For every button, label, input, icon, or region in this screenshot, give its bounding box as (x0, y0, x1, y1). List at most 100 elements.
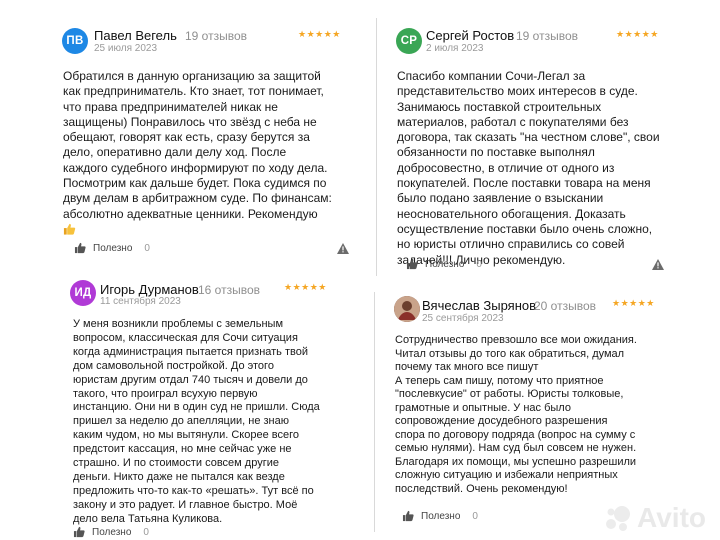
review-line: представительство моих интересов в суде. (397, 84, 638, 99)
review-line: материалов, работал с покупателями без (397, 114, 629, 129)
review-line: спора по договору подряда (вопрос на сум… (395, 428, 636, 441)
rating-stars: ★★★★★ (612, 298, 655, 308)
review-line: обещают, говорят как есть, сразу берутся… (63, 130, 310, 145)
reviewer-name[interactable]: Сергей Ростов (426, 28, 514, 43)
review-text: У меня возникли проблемы с земельным воп… (73, 318, 320, 527)
review-line: грамотные и опытные. У нас было (395, 401, 571, 414)
review-line: Занимаюсь поставкой строительных (397, 99, 602, 114)
review-line: что права предпринимателей никак не (63, 99, 278, 114)
avito-watermark: Avito (603, 502, 706, 534)
review-line: почему так много все пишут (395, 361, 539, 373)
review-line: двум делам в арбитражном суде. По финанс… (63, 191, 332, 206)
reviews-count: 16 отзывов (198, 283, 261, 297)
avatar (394, 296, 420, 322)
report-icon[interactable] (652, 259, 664, 270)
review-line: пришел за неделю до апелляции, не знаю (73, 415, 289, 428)
column-divider-top (376, 18, 377, 276)
review-date: 25 июля 2023 (94, 43, 158, 54)
reviews-count: 19 отзывов (516, 29, 579, 43)
review-card: СР Сергей Ростов 19 отзывов 2 июля 2023 … (384, 22, 674, 274)
helpful-count: 0 (143, 526, 149, 538)
reviewer-name[interactable]: Павел Вегель (94, 28, 177, 43)
helpful-button[interactable]: Полезно 0 (402, 510, 478, 522)
helpful-button[interactable]: Полезно 0 (74, 242, 150, 254)
avatar: СР (396, 28, 422, 54)
avatar: ПВ (62, 28, 88, 54)
review-line: дом самовольной постройкой. До этого (73, 359, 274, 372)
reviews-count: 20 отзывов (534, 299, 597, 313)
reviewer-name[interactable]: Вячеслав Зырянов (422, 298, 536, 313)
review-line: инстанцию. Они ни в один суд не пришли. … (73, 401, 320, 414)
review-line: А теперь сам пишу, потому что приятное (395, 374, 604, 387)
review-line: как предприниматель. Кто знает, тот пони… (63, 84, 324, 99)
review-line: каждого судебного информируют по ходу де… (63, 160, 328, 175)
review-text: Сотрудничество превзошло все мои ожидани… (395, 334, 637, 496)
report-icon[interactable] (337, 243, 349, 254)
review-line: сложную ситуацию и избежали неприятных (395, 469, 618, 481)
thumbs-up-icon (73, 526, 85, 538)
reviews-count: 19 отзывов (185, 29, 248, 43)
helpful-count: 0 (144, 242, 150, 254)
review-line: каким чудом, но мы вытянули. Скорее всег… (73, 429, 299, 442)
review-line: страшно. И по стоимости совсем другие (73, 457, 279, 470)
helpful-count: 0 (472, 510, 478, 522)
review-line: договора, так сказать "на честном слове"… (397, 130, 660, 145)
helpful-count: 0 (476, 258, 482, 270)
review-date: 25 сентября 2023 (422, 313, 504, 324)
rating-stars: ★★★★★ (616, 29, 659, 39)
thumbs-up-icon (402, 510, 414, 522)
review-line: сопровождение досудебного разрешения (395, 415, 608, 427)
review-line: У меня возникли проблемы с земельным (73, 318, 284, 330)
review-card: Вячеслав Зырянов 20 отзывов 25 сентября … (380, 292, 670, 532)
avito-wordmark: Avito (637, 502, 706, 533)
review-line: добросовестно, в отличие от одного из (397, 160, 615, 175)
helpful-label: Полезно (93, 242, 133, 254)
review-line: Благодаря их помощи, мы успешно разрешил… (395, 455, 637, 468)
rating-stars: ★★★★★ (284, 282, 327, 292)
helpful-button[interactable]: Полезно 0 (406, 258, 482, 270)
review-line: дело вела Татьяна Куликова. (73, 512, 223, 525)
thumbs-up-icon (74, 242, 86, 254)
review-line: предложить что-то как-то «решать». Тут в… (73, 484, 314, 497)
review-line: абсолютно адекватные ценники. Рекомендую (63, 206, 318, 221)
review-card: ПВ Павел Вегель 19 отзывов 25 июля 2023 … (50, 22, 360, 262)
column-divider-bottom (374, 292, 375, 532)
review-line: предстоит кассация, но мне сейчас уже не (73, 443, 292, 456)
review-line: обязанности по поставке выполнял (397, 145, 595, 160)
review-line: вопросом, классическая для Сочи ситуация (73, 331, 298, 344)
review-line: неосновательного обогащения. Доказать (397, 206, 626, 221)
helpful-label: Полезно (421, 510, 461, 522)
review-line: юристам другим отдал 740 тысяч и довели … (73, 373, 308, 386)
review-line: дело, оперативно дали делу ход. После (63, 145, 287, 160)
rating-stars: ★★★★★ (298, 29, 341, 39)
review-line: Спасибо компании Сочи-Легал за (397, 69, 586, 83)
profile-photo-icon (394, 296, 420, 322)
helpful-label: Полезно (425, 258, 465, 270)
thumbs-up-icon (406, 258, 418, 270)
review-card: ИД Игорь Дурманов 16 отзывов 11 сентября… (58, 278, 358, 538)
review-line: Сотрудничество превзошло все мои ожидани… (395, 334, 637, 346)
review-line: последствий. Очень рекомендую! (395, 482, 568, 495)
review-line: но юристы отлично справились со совей (397, 237, 625, 252)
review-line: Посмотрим как дальше будет. Пока судимся… (63, 176, 327, 191)
reviewer-name[interactable]: Игорь Дурманов (100, 282, 199, 297)
review-line: семью нулями). Нам суд был совсем не нуж… (395, 442, 637, 454)
review-line: осуществление поставки было очень сложно… (397, 221, 653, 236)
review-line: защищены) Понравилось что звёзд с неба н… (63, 114, 317, 129)
review-line: покупателей. После поставки товара на ме… (397, 176, 651, 191)
review-date: 11 сентября 2023 (100, 296, 181, 307)
review-text: Обратился в данную организацию за защито… (63, 69, 332, 238)
thumbs-up-emoji (63, 222, 332, 238)
review-text: Спасибо компании Сочи-Легал за представи… (397, 69, 660, 268)
review-line: закону и это радует. И главное быстро. М… (73, 498, 298, 511)
review-date: 2 июля 2023 (426, 43, 484, 54)
review-line: деньги. Никто даже не пытался как везде (73, 470, 285, 483)
review-line: Читал отзывы до того как обратиться, дум… (395, 347, 625, 360)
avatar: ИД (70, 280, 96, 306)
helpful-label: Полезно (92, 526, 132, 538)
avito-logo-icon (606, 506, 631, 531)
review-line: когда администрация пытается признать тв… (73, 345, 308, 358)
review-line: Обратился в данную организацию за защито… (63, 69, 321, 83)
review-line: было подано заявление о взыскании (397, 191, 604, 206)
helpful-button[interactable]: Полезно 0 (73, 526, 149, 538)
